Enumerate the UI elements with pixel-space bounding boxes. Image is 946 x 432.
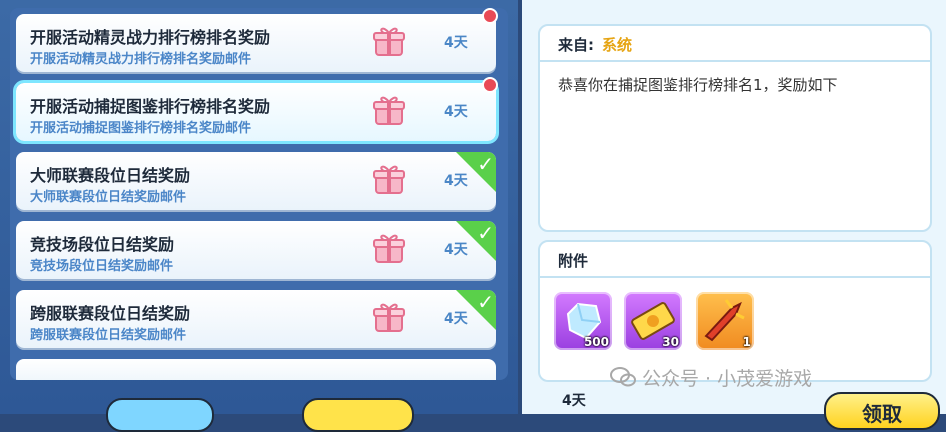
attachments-box: 附件 500 30 1 — [538, 240, 932, 382]
mail-title: 开服活动精灵战力排行榜排名奖励 — [30, 28, 271, 47]
mail-item[interactable]: 竞技场段位日结奖励 竞技场段位日结奖励邮件 4天 ✓ — [16, 221, 496, 279]
message-body: 恭喜你在捕捉图鉴排行榜排名1，奖励如下 — [558, 76, 838, 94]
claimed-check-icon: ✓ — [456, 290, 496, 330]
gift-icon — [373, 165, 405, 194]
attachments-title: 附件 — [558, 252, 589, 270]
mail-list-panel: 开服活动精灵战力排行榜排名奖励 开服活动精灵战力排行榜排名奖励邮件 4天 开服活… — [0, 0, 518, 432]
divider — [540, 60, 930, 62]
mail-subtitle: 跨服联赛段位日结奖励邮件 — [30, 328, 187, 343]
delete-all-button[interactable] — [106, 398, 214, 432]
mail-subtitle: 开服活动精灵战力排行榜排名奖励邮件 — [30, 52, 252, 67]
gift-icon — [373, 303, 405, 332]
gift-icon — [373, 234, 405, 263]
attachment-slot[interactable]: 500 — [554, 292, 612, 350]
mail-list[interactable]: 开服活动精灵战力排行榜排名奖励 开服活动精灵战力排行榜排名奖励邮件 4天 开服活… — [10, 8, 508, 380]
mail-item[interactable]: 开服活动精灵战力排行榜排名奖励 开服活动精灵战力排行榜排名奖励邮件 4天 — [16, 8, 498, 72]
attachment-count: 500 — [583, 335, 609, 349]
mail-title: 大师联赛段位日结奖励 — [30, 166, 191, 185]
claimed-check-icon: ✓ — [456, 221, 496, 261]
days-remaining: 4天 — [444, 104, 468, 120]
unread-dot — [482, 8, 498, 24]
attachment-slot[interactable]: 1 — [696, 292, 754, 350]
mail-detail-panel: 来自: 系统 恭喜你在捕捉图鉴排行榜排名1，奖励如下 附件 500 30 1 4… — [522, 0, 946, 414]
mail-title: 跨服联赛段位日结奖励 — [30, 304, 191, 323]
gift-icon — [373, 27, 405, 56]
attachment-count: 1 — [742, 335, 751, 349]
attachment-slot[interactable]: 30 — [624, 292, 682, 350]
panel-tab — [522, 0, 542, 8]
divider — [540, 276, 930, 278]
mail-subtitle: 竞技场段位日结奖励邮件 — [30, 259, 174, 274]
message-box: 来自: 系统 恭喜你在捕捉图鉴排行榜排名1，奖励如下 — [538, 24, 932, 232]
expire-days: 4天 — [562, 393, 586, 409]
sender-row: 来自: 系统 — [558, 34, 632, 55]
claimed-check-icon: ✓ — [456, 152, 496, 192]
claim-all-button[interactable] — [302, 398, 414, 432]
wechat-icon — [610, 367, 636, 387]
unread-dot — [482, 77, 498, 93]
gift-icon — [373, 96, 405, 125]
sender-name: 系统 — [602, 36, 633, 54]
mail-subtitle: 大师联赛段位日结奖励邮件 — [30, 190, 187, 205]
mail-item[interactable]: 跨服联赛段位日结奖励 跨服联赛段位日结奖励邮件 4天 ✓ — [16, 290, 496, 348]
mail-subtitle: 开服活动捕捉图鉴排行榜排名奖励邮件 — [30, 121, 252, 136]
mail-title: 竞技场段位日结奖励 — [30, 235, 175, 254]
sender-label: 来自: — [558, 36, 594, 54]
watermark: 公众号 · 小茂爱游戏 — [642, 368, 813, 390]
attachment-count: 30 — [662, 335, 679, 349]
mail-title: 开服活动捕捉图鉴排行榜排名奖励 — [30, 97, 271, 116]
claim-button-label: 领取 — [862, 402, 902, 426]
mail-item[interactable]: 大师联赛段位日结奖励 大师联赛段位日结奖励邮件 4天 ✓ — [16, 152, 496, 210]
mail-item-selected[interactable]: 开服活动捕捉图鉴排行榜排名奖励 开服活动捕捉图鉴排行榜排名奖励邮件 4天 — [13, 77, 499, 144]
days-remaining: 4天 — [444, 35, 468, 51]
mail-item-partial[interactable] — [16, 359, 496, 380]
claim-button[interactable]: 领取 — [824, 392, 940, 430]
